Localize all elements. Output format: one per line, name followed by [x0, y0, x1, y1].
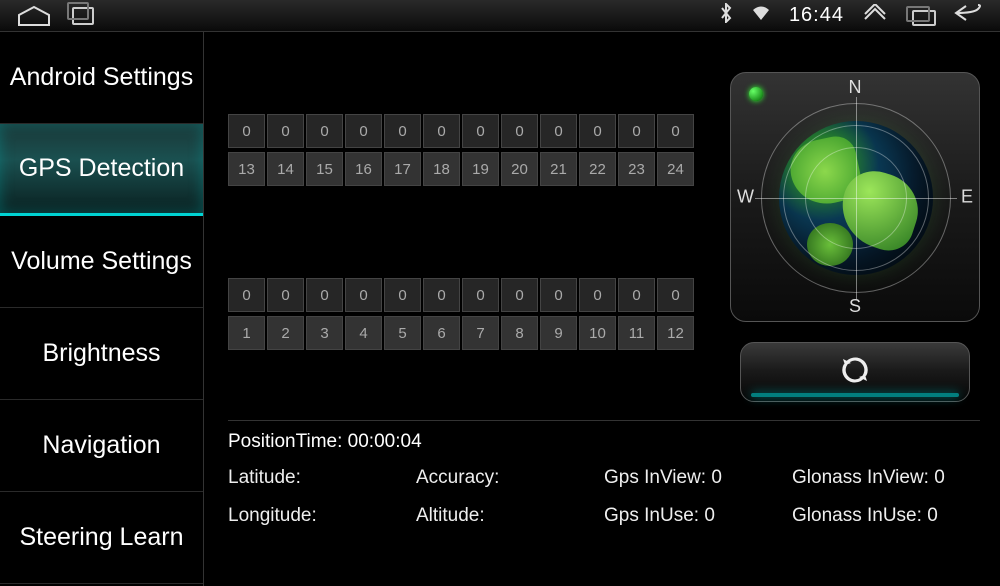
- sat-signal-value: 0: [657, 114, 694, 148]
- position-time-label: PositionTime:: [228, 431, 342, 452]
- sat-id: 19: [462, 152, 499, 186]
- sat-id: 14: [267, 152, 304, 186]
- compass-west: W: [737, 187, 754, 208]
- sidebar-item-label: Brightness: [42, 339, 160, 368]
- sat-id: 23: [618, 152, 655, 186]
- latitude: Latitude:: [228, 467, 416, 489]
- sat-id: 20: [501, 152, 538, 186]
- sat-signal-value: 0: [423, 278, 460, 312]
- sat-signal-value: 0: [657, 278, 694, 312]
- sidebar-item-gps-detection[interactable]: GPS Detection: [0, 124, 203, 216]
- sat-id: 24: [657, 152, 694, 186]
- compass-globe-panel: N S W E: [730, 72, 980, 322]
- sat-id: 21: [540, 152, 577, 186]
- altitude: Altitude:: [416, 505, 604, 527]
- sat-id: 7: [462, 316, 499, 350]
- sat-id: 11: [618, 316, 655, 350]
- satellite-block-gps: 000000000000 123456789101112: [228, 278, 694, 350]
- status-bar: 16:44: [0, 0, 1000, 32]
- sat-signal-value: 0: [618, 278, 655, 312]
- sat-signal-value: 0: [462, 114, 499, 148]
- sat-signal-value: 0: [579, 278, 616, 312]
- refresh-button[interactable]: [740, 342, 970, 402]
- sat-id: 6: [423, 316, 460, 350]
- sat-signal-value: 0: [618, 114, 655, 148]
- sat-id: 13: [228, 152, 265, 186]
- gps-lock-led-icon: [749, 87, 763, 101]
- sidebar-item-steering-learn[interactable]: Steering Learn: [0, 492, 203, 584]
- sat-id: 16: [345, 152, 382, 186]
- sat-id: 4: [345, 316, 382, 350]
- glonass-inview: Glonass InView: 0: [792, 467, 980, 489]
- sat-signal-value: 0: [345, 114, 382, 148]
- sat-signal-value: 0: [501, 114, 538, 148]
- sidebar-item-label: Navigation: [42, 431, 160, 460]
- home-icon[interactable]: [16, 5, 52, 27]
- sat-id: 15: [306, 152, 343, 186]
- sat-signal-value: 0: [306, 114, 343, 148]
- sat-signal-value: 0: [540, 278, 577, 312]
- recent-apps-icon[interactable]: [906, 6, 936, 26]
- sat-id: 18: [423, 152, 460, 186]
- chevron-up-icon[interactable]: [862, 4, 888, 27]
- sidebar-item-navigation[interactable]: Navigation: [0, 400, 203, 492]
- back-icon[interactable]: [954, 4, 984, 27]
- sat-id: 1: [228, 316, 265, 350]
- compass-north: N: [849, 77, 862, 98]
- accuracy: Accuracy:: [416, 467, 604, 489]
- sidebar: Android Settings GPS Detection Volume Se…: [0, 32, 204, 586]
- compass-south: S: [849, 296, 861, 317]
- sidebar-item-label: Android Settings: [10, 63, 193, 92]
- gps-info-panel: PositionTime: 00:00:04 Latitude: Accurac…: [228, 420, 980, 586]
- refresh-icon: [838, 353, 872, 392]
- sat-signal-value: 0: [540, 114, 577, 148]
- sat-id: 8: [501, 316, 538, 350]
- sat-id: 10: [579, 316, 616, 350]
- sat-signal-value: 0: [267, 114, 304, 148]
- sat-signal-value: 0: [306, 278, 343, 312]
- sat-id: 3: [306, 316, 343, 350]
- sat-signal-value: 0: [228, 114, 265, 148]
- sat-signal-value: 0: [267, 278, 304, 312]
- sidebar-item-label: Steering Learn: [19, 523, 183, 552]
- longitude: Longitude:: [228, 505, 416, 527]
- bluetooth-icon: [719, 3, 733, 28]
- satellite-block-glonass: 000000000000 131415161718192021222324: [228, 114, 694, 186]
- sat-id: 17: [384, 152, 421, 186]
- sidebar-item-volume-settings[interactable]: Volume Settings: [0, 216, 203, 308]
- wifi-icon: [751, 5, 771, 26]
- compass-east: E: [961, 187, 973, 208]
- sidebar-item-brightness[interactable]: Brightness: [0, 308, 203, 400]
- sat-id: 22: [579, 152, 616, 186]
- sat-signal-value: 0: [579, 114, 616, 148]
- gps-inuse: Gps InUse: 0: [604, 505, 792, 527]
- globe-icon: [761, 103, 951, 293]
- sat-signal-value: 0: [228, 278, 265, 312]
- sidebar-item-android-settings[interactable]: Android Settings: [0, 32, 203, 124]
- sat-id: 9: [540, 316, 577, 350]
- sat-id: 2: [267, 316, 304, 350]
- sat-signal-value: 0: [384, 114, 421, 148]
- sat-id: 5: [384, 316, 421, 350]
- sat-signal-value: 0: [345, 278, 382, 312]
- task-icon[interactable]: [72, 7, 94, 25]
- gps-inview: Gps InView: 0: [604, 467, 792, 489]
- position-time-value: 00:00:04: [348, 431, 422, 452]
- sat-signal-value: 0: [423, 114, 460, 148]
- sat-id: 12: [657, 316, 694, 350]
- sat-signal-value: 0: [501, 278, 538, 312]
- clock: 16:44: [789, 4, 844, 27]
- sat-signal-value: 0: [462, 278, 499, 312]
- sat-signal-value: 0: [384, 278, 421, 312]
- sidebar-item-label: Volume Settings: [11, 247, 192, 276]
- sidebar-item-label: GPS Detection: [19, 154, 184, 183]
- glonass-inuse: Glonass InUse: 0: [792, 505, 980, 527]
- position-time: PositionTime: 00:00:04: [228, 431, 980, 453]
- main-content: 000000000000 131415161718192021222324 00…: [204, 32, 1000, 586]
